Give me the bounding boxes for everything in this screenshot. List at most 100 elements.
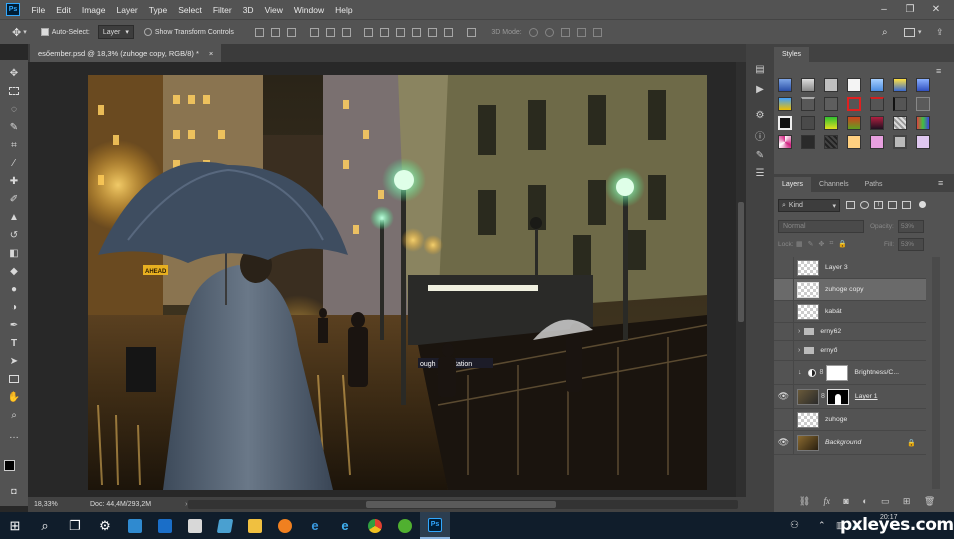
history-brush-tool-icon[interactable]: ↺ bbox=[7, 228, 21, 242]
distribute-left-icon[interactable] bbox=[412, 27, 422, 37]
document-canvas[interactable]: ough H... Station AHEAD bbox=[88, 75, 707, 490]
foreground-color-swatch[interactable] bbox=[4, 460, 15, 471]
menu-file[interactable]: File bbox=[26, 5, 51, 15]
auto-select-dropdown[interactable]: Layer ▾ bbox=[97, 25, 134, 39]
menu-3d[interactable]: 3D bbox=[237, 5, 259, 15]
style-swatch[interactable] bbox=[870, 97, 884, 111]
chevron-down-icon[interactable]: ▾ bbox=[23, 28, 27, 36]
share-icon[interactable]: ⇪ bbox=[936, 27, 944, 38]
layer-row[interactable]: Layer 3 bbox=[774, 256, 926, 279]
internet-explorer-icon[interactable]: e bbox=[330, 512, 360, 539]
menu-type[interactable]: Type bbox=[143, 5, 172, 15]
style-swatch[interactable] bbox=[824, 97, 838, 111]
3d-slide-icon[interactable] bbox=[577, 27, 587, 37]
eye-icon[interactable]: 👁 bbox=[774, 384, 794, 409]
scrollbar-thumb[interactable] bbox=[738, 202, 744, 322]
menu-edit[interactable]: Edit bbox=[51, 5, 77, 15]
close-tab-icon[interactable]: × bbox=[209, 49, 213, 58]
lock-pixels-icon[interactable]: ✎ bbox=[808, 240, 814, 248]
distribute-top-icon[interactable] bbox=[364, 27, 374, 37]
style-swatch[interactable] bbox=[801, 78, 815, 92]
windows-start-icon[interactable]: ⊞ bbox=[0, 512, 30, 539]
align-bottom-icon[interactable] bbox=[287, 27, 297, 37]
vertical-scrollbar[interactable] bbox=[736, 62, 746, 497]
visibility-toggle[interactable] bbox=[774, 340, 794, 361]
tab-paths[interactable]: Paths bbox=[857, 177, 891, 192]
lock-transparent-icon[interactable]: ▦ bbox=[796, 240, 803, 248]
style-swatch[interactable] bbox=[778, 135, 792, 149]
layer-row[interactable]: zuhoge bbox=[774, 408, 926, 431]
style-swatch[interactable] bbox=[824, 135, 838, 149]
menu-filter[interactable]: Filter bbox=[207, 5, 237, 15]
distribute-bottom-icon[interactable] bbox=[396, 27, 406, 37]
tab-layers[interactable]: Layers bbox=[774, 177, 812, 192]
panel-menu-icon[interactable]: ≡ bbox=[938, 178, 943, 188]
history-icon[interactable]: ▤ bbox=[753, 62, 767, 76]
layer-group-row[interactable]: › ernyő bbox=[774, 340, 926, 361]
style-swatch[interactable] bbox=[870, 116, 884, 130]
style-swatch[interactable] bbox=[824, 116, 838, 130]
maximize-icon[interactable]: ❐ bbox=[898, 0, 922, 19]
menu-help[interactable]: Help bbox=[330, 5, 358, 15]
adjust-icon[interactable]: ☰ bbox=[753, 166, 767, 180]
move-tool-icon[interactable]: ✥ bbox=[7, 66, 21, 80]
brush-panel-icon[interactable]: ✎ bbox=[753, 148, 767, 162]
eraser-tool-icon[interactable]: ◧ bbox=[7, 246, 21, 260]
search-icon[interactable]: ⌕ bbox=[30, 512, 60, 539]
move-tool-icon[interactable]: ✥ bbox=[12, 26, 21, 39]
visibility-toggle[interactable] bbox=[774, 408, 794, 431]
search-icon[interactable]: ⌕ bbox=[882, 27, 888, 38]
style-swatch[interactable] bbox=[801, 135, 815, 149]
align-hcenter-icon[interactable] bbox=[325, 27, 335, 37]
edge-icon[interactable]: e bbox=[300, 512, 330, 539]
tab-styles[interactable]: Styles bbox=[774, 47, 810, 62]
blend-mode-dropdown[interactable]: Normal bbox=[778, 220, 864, 233]
style-swatch[interactable] bbox=[870, 78, 884, 92]
style-swatch[interactable] bbox=[916, 97, 930, 111]
layer-filter-dropdown[interactable]: ⌕ Kind ▾ bbox=[778, 199, 840, 212]
show-transform-checkbox[interactable] bbox=[143, 28, 152, 36]
filter-pixel-icon[interactable] bbox=[846, 201, 855, 209]
style-swatch[interactable] bbox=[824, 78, 838, 92]
task-view-icon[interactable]: ❐ bbox=[60, 512, 90, 539]
marquee-tool-icon[interactable] bbox=[7, 84, 21, 98]
style-swatch[interactable] bbox=[893, 78, 907, 92]
menu-image[interactable]: Image bbox=[76, 5, 111, 15]
defender-icon[interactable] bbox=[150, 512, 180, 539]
style-swatch[interactable] bbox=[916, 78, 930, 92]
chevron-up-icon[interactable]: ⌃ bbox=[818, 520, 826, 531]
new-adjustment-icon[interactable]: ◐ bbox=[862, 496, 867, 506]
menu-window[interactable]: Window bbox=[288, 5, 329, 15]
app-icon[interactable] bbox=[270, 512, 300, 539]
paint-bucket-tool-icon[interactable]: ◆ bbox=[7, 264, 21, 278]
people-icon[interactable]: ⚇ bbox=[790, 520, 799, 531]
lock-all-icon[interactable]: 🔒 bbox=[838, 240, 847, 248]
chevron-down-icon[interactable]: ▾ bbox=[918, 28, 922, 36]
align-vcenter-icon[interactable] bbox=[271, 27, 281, 37]
style-swatch[interactable] bbox=[778, 97, 792, 111]
type-tool-icon[interactable]: T bbox=[7, 336, 21, 350]
layer-row[interactable]: kabát bbox=[774, 300, 926, 323]
layer-row-selected[interactable]: zuhoge copy bbox=[774, 278, 926, 301]
utorrent-icon[interactable] bbox=[390, 512, 420, 539]
dodge-tool-icon[interactable]: ◑ bbox=[7, 300, 21, 314]
more-tools-icon[interactable]: … bbox=[7, 428, 21, 442]
style-swatch[interactable] bbox=[847, 78, 861, 92]
opacity-field[interactable]: 53% bbox=[898, 220, 924, 233]
rectangle-tool-icon[interactable] bbox=[7, 372, 21, 386]
distribute-vcenter-icon[interactable] bbox=[380, 27, 390, 37]
healing-brush-tool-icon[interactable]: ✚ bbox=[7, 174, 21, 188]
distribute-right-icon[interactable] bbox=[444, 27, 454, 37]
filter-type-icon[interactable]: T bbox=[874, 201, 883, 209]
lock-artboard-icon[interactable]: ⌗ bbox=[829, 240, 833, 248]
workspace-icon[interactable] bbox=[904, 27, 915, 37]
zoom-level[interactable]: 18,33% bbox=[34, 501, 64, 508]
close-icon[interactable]: ✕ bbox=[924, 0, 948, 19]
style-swatch[interactable] bbox=[893, 135, 907, 149]
menu-layer[interactable]: Layer bbox=[111, 5, 143, 15]
style-swatch[interactable] bbox=[778, 78, 792, 92]
style-swatch[interactable] bbox=[916, 135, 930, 149]
style-swatch[interactable] bbox=[801, 97, 815, 111]
align-left-icon[interactable] bbox=[309, 27, 319, 37]
layer-row[interactable]: ↓ 8 Brightness/C... bbox=[774, 360, 926, 385]
